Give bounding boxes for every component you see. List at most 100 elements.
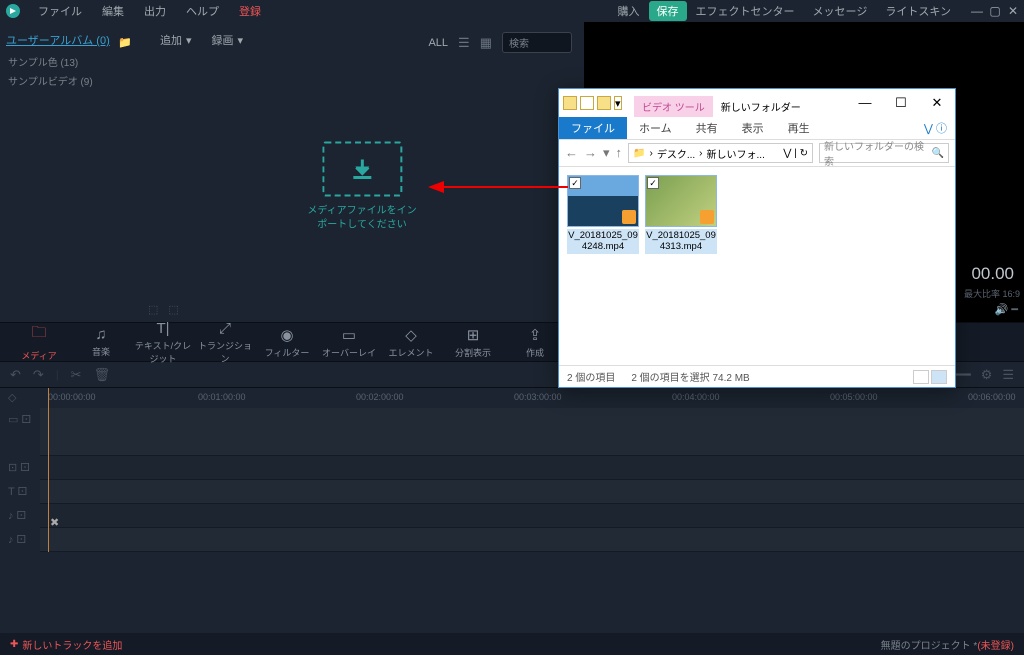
video-track-icon[interactable]: ▭ ⚀ [0, 408, 40, 432]
undo-icon[interactable]: ↶ [10, 367, 21, 383]
explorer-search-input[interactable]: 新しいフォルダーの検索🔍 [819, 143, 949, 163]
marker-icon[interactable]: ◇ [0, 388, 40, 408]
list-view-icon[interactable]: ☰ [458, 35, 470, 51]
app-logo-icon [4, 2, 22, 20]
settings-icon[interactable]: ⚙ [981, 367, 993, 383]
action-icon[interactable]: ⬚ [168, 303, 178, 316]
text-track[interactable] [40, 480, 1024, 504]
folder-icon: 📁 [633, 148, 645, 159]
aspect-ratio-label: 最大比率 16:9 [964, 287, 1020, 300]
video-tools-tab[interactable]: ビデオ ツール [634, 96, 713, 117]
video-track[interactable] [40, 408, 1024, 456]
tab-export[interactable]: ⇪作成 [504, 326, 566, 359]
minimize-icon[interactable]: — [970, 4, 984, 18]
folder-icon: 🗀 [8, 322, 70, 347]
play-badge-icon [700, 210, 714, 224]
volume-icon[interactable]: 🔊 ━ [995, 303, 1018, 316]
user-album-link[interactable]: ユーザーアルバム (0) [6, 32, 134, 48]
tab-element[interactable]: ◇エレメント [380, 326, 442, 359]
sidebar: ユーザーアルバム (0) 📁 サンプル色 (13) サンプルビデオ (9) [0, 22, 140, 322]
timeline-ruler[interactable]: 00:00:00:00 00:01:00:00 00:02:00:00 00:0… [40, 388, 1024, 408]
nav-up-icon[interactable]: ↑ [616, 145, 623, 161]
project-name-label: 無題のプロジェクト *(未登録) [881, 637, 1014, 652]
export-icon: ⇪ [504, 326, 566, 344]
sidebar-item[interactable]: サンプル色 (13) [6, 54, 134, 69]
audio-track-2[interactable] [40, 528, 1024, 552]
tab-text[interactable]: T|テキスト/クレジット [132, 320, 194, 365]
menu-register[interactable]: 登録 [229, 0, 271, 22]
nav-history-icon[interactable]: ▾ [603, 145, 610, 161]
tab-filter[interactable]: ◉フィルター [256, 326, 318, 359]
new-folder-icon[interactable]: 📁 [118, 36, 134, 49]
pip-track[interactable] [40, 456, 1024, 480]
thumbnails-view-icon[interactable] [931, 370, 947, 384]
explorer-file-tab[interactable]: ファイル [559, 117, 627, 139]
file-item[interactable]: ✓ V_20181025_094248.mp4 [567, 175, 639, 254]
messages-button[interactable]: メッセージ [804, 0, 877, 22]
audio-track-icon[interactable]: ♪ ⚀ [0, 528, 40, 552]
action-icon[interactable]: ⬚ [148, 303, 158, 316]
save-button[interactable]: 保存 [649, 1, 687, 21]
explorer-file-list[interactable]: ✓ V_20181025_094248.mp4 ✓ V_20181025_094… [559, 167, 955, 365]
qat-icon[interactable] [563, 96, 577, 110]
explorer-home-tab[interactable]: ホーム [627, 117, 684, 139]
file-explorer-window[interactable]: ▾ ビデオ ツール 新しいフォルダー — ☐ ✕ ファイル ホーム 共有 表示 … [558, 88, 956, 388]
play-badge-icon [622, 210, 636, 224]
explorer-share-tab[interactable]: 共有 [684, 117, 730, 139]
menu-file[interactable]: ファイル [28, 0, 92, 22]
transition-icon: ⤢ [194, 320, 256, 337]
file-item[interactable]: ✓ V_20181025_094313.mp4 [645, 175, 717, 254]
redo-icon[interactable]: ↷ [33, 367, 44, 383]
add-dropdown[interactable]: 追加 ▾ [160, 32, 192, 48]
playhead[interactable] [48, 388, 49, 552]
tab-split[interactable]: ⊞分割表示 [442, 326, 504, 359]
explorer-close-icon[interactable]: ✕ [919, 95, 955, 111]
qat-dropdown-icon[interactable]: ▾ [614, 96, 622, 110]
sidebar-item[interactable]: サンプルビデオ (9) [6, 73, 134, 88]
menu-edit[interactable]: 編集 [92, 0, 134, 22]
tab-media[interactable]: 🗀メディア [8, 322, 70, 362]
tab-transition[interactable]: ⤢トランジション [194, 320, 256, 365]
close-mark-icon[interactable]: ✖ [50, 516, 59, 529]
menubar: ファイル 編集 出力 ヘルプ 登録 購入 保存 エフェクトセンター メッセージ … [0, 0, 1024, 22]
audio-track-1[interactable] [40, 504, 1024, 528]
text-track-icon[interactable]: T ⚀ [0, 480, 40, 504]
audio-track-icon[interactable]: ♪ ⚀ [0, 504, 40, 528]
nav-forward-icon[interactable]: → [584, 145, 597, 161]
close-icon[interactable]: ✕ [1006, 4, 1020, 18]
menu-help[interactable]: ヘルプ [176, 0, 229, 22]
explorer-view-tab[interactable]: 表示 [730, 117, 776, 139]
qat-icon[interactable] [597, 96, 611, 110]
cut-icon[interactable]: ✂ [71, 367, 82, 383]
timecode-display: 00.00 [971, 264, 1014, 284]
media-dropzone[interactable]: メディアファイルをインポートしてください [307, 142, 416, 233]
search-input[interactable]: 検索 [502, 32, 572, 53]
tab-overlay[interactable]: ▭オーバーレイ [318, 326, 380, 359]
explorer-help-icon[interactable]: ⋁ ⓘ [924, 120, 955, 136]
checkbox-icon[interactable]: ✓ [647, 177, 659, 189]
add-track-button[interactable]: ✚ 新しいトラックを追加 [10, 637, 122, 652]
qat-icon[interactable] [580, 96, 594, 110]
menu-output[interactable]: 出力 [134, 0, 176, 22]
list-icon[interactable]: ☰ [1002, 367, 1014, 383]
overlay-icon: ▭ [318, 326, 380, 344]
element-icon: ◇ [380, 326, 442, 344]
record-dropdown[interactable]: 録画 ▾ [212, 32, 244, 48]
tab-music[interactable]: ♫音楽 [70, 326, 132, 358]
pip-track-icon[interactable]: ⊡ ⚀ [0, 456, 40, 480]
delete-icon[interactable]: 🗑 [94, 367, 111, 383]
explorer-play-tab[interactable]: 再生 [776, 117, 822, 139]
explorer-maximize-icon[interactable]: ☐ [883, 95, 919, 111]
buy-button[interactable]: 購入 [609, 0, 649, 22]
address-bar[interactable]: 📁 ›デスク... ›新しいフォ... ⋁ | ↻ [628, 143, 813, 163]
filter-icon: ◉ [256, 326, 318, 344]
effects-center-button[interactable]: エフェクトセンター [687, 0, 804, 22]
checkbox-icon[interactable]: ✓ [569, 177, 581, 189]
maximize-icon[interactable]: ▢ [988, 4, 1002, 18]
text-icon: T| [132, 320, 194, 337]
light-skin-button[interactable]: ライトスキン [876, 0, 960, 22]
details-view-icon[interactable] [913, 370, 929, 384]
grid-view-icon[interactable]: ▦ [480, 35, 492, 51]
nav-back-icon[interactable]: ← [565, 145, 578, 161]
explorer-minimize-icon[interactable]: — [847, 95, 883, 111]
